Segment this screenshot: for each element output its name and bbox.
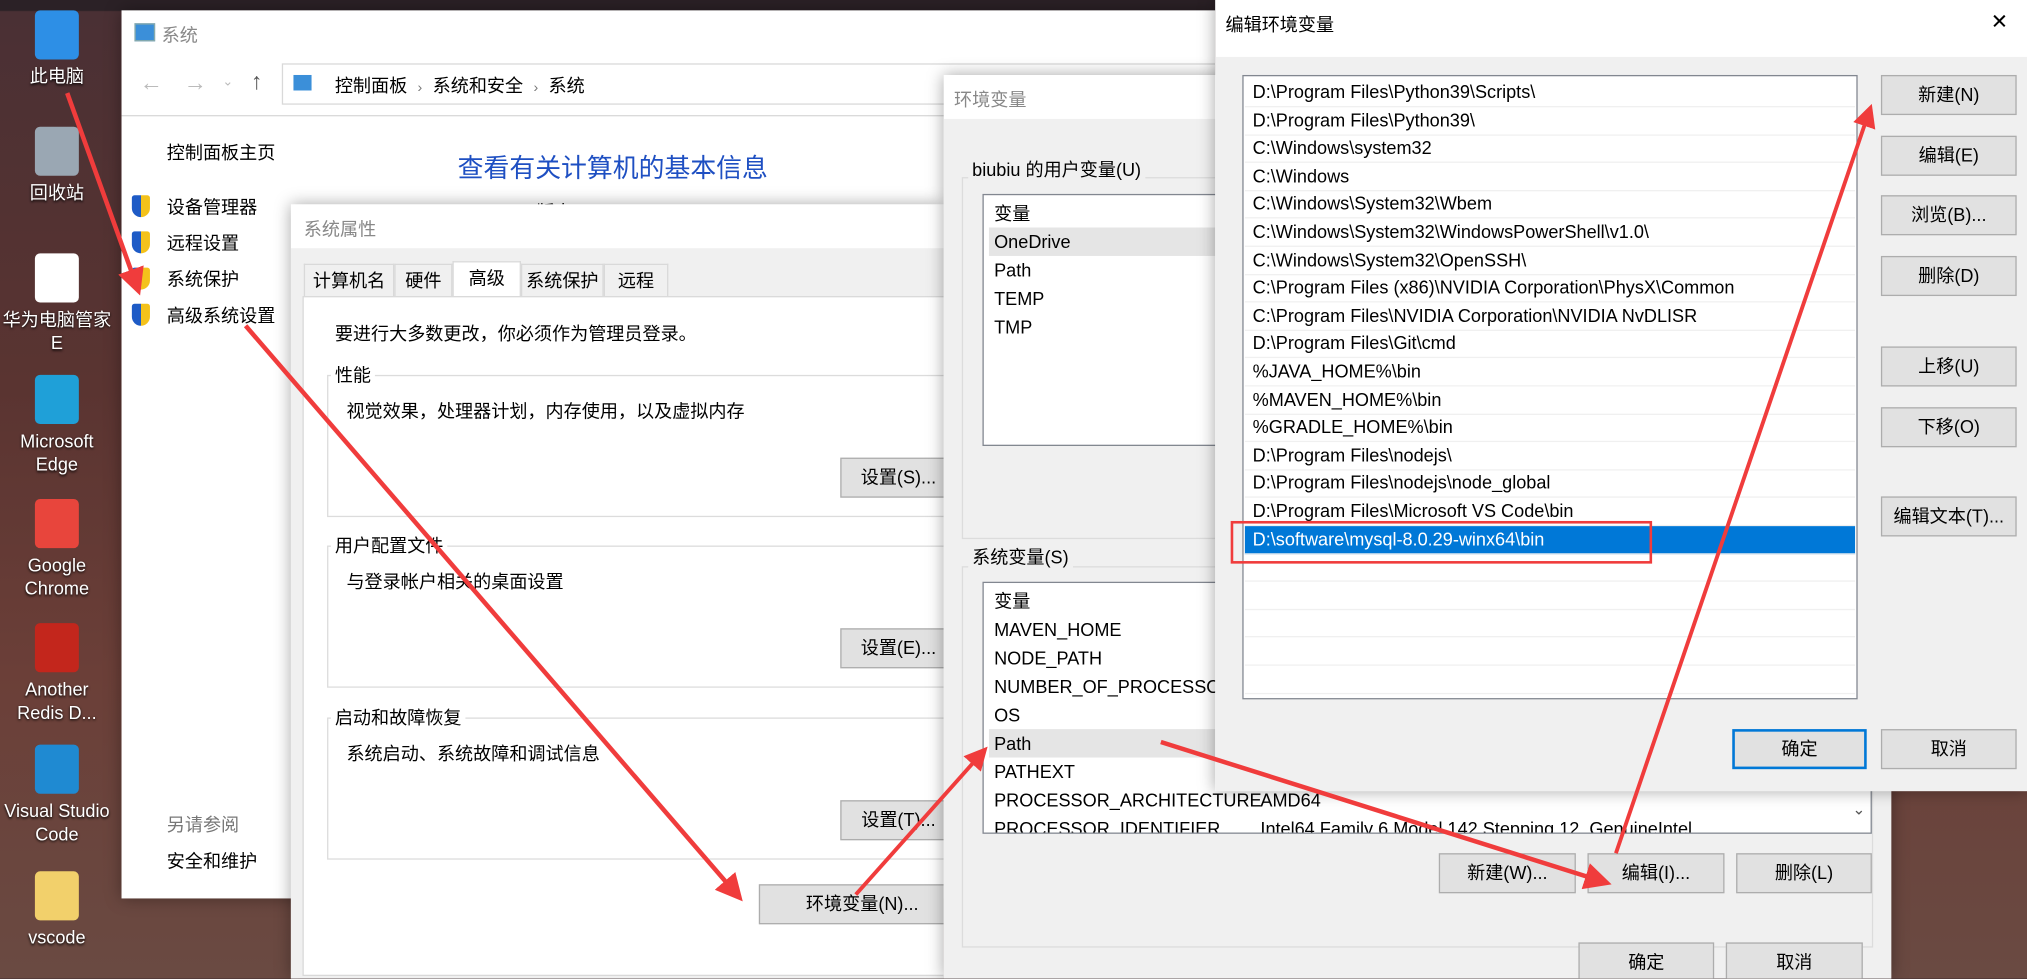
arrow-env-button-to-path [854,746,988,896]
arrow-computer-to-advanced [65,92,144,296]
arrow-path-to-edit [1160,739,1612,890]
arrow-edit-to-new [1614,103,1876,854]
annotation-arrows [65,92,1876,902]
arrow-advanced-to-env-button [243,324,743,902]
desktop: 此电脑 回收站 华为电脑管家 E Microsoft Edge Google Chrom… [0,0,2027,979]
